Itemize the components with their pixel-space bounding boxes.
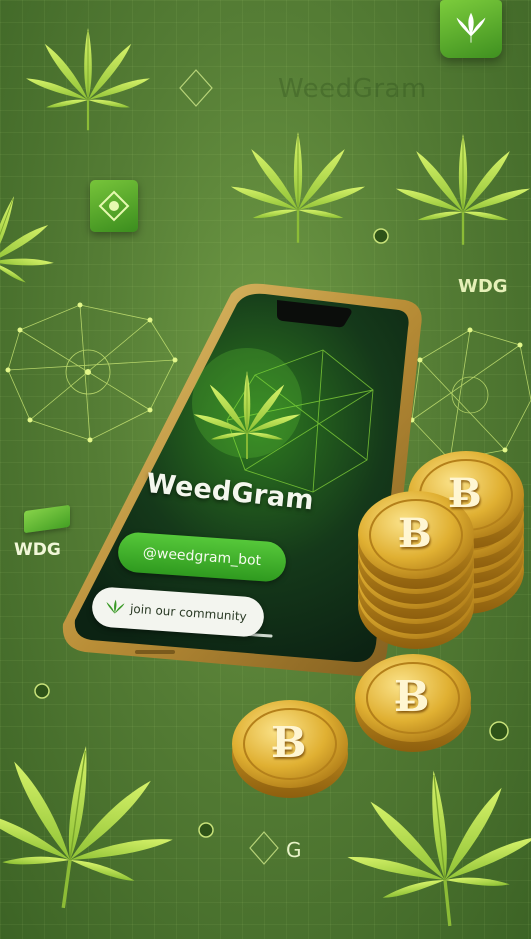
coin-symbol: Ƀ [394, 672, 430, 721]
coin-symbol: Ƀ [398, 510, 432, 557]
coin-symbol: Ƀ [448, 470, 482, 517]
coin-symbol: Ƀ [271, 718, 307, 767]
